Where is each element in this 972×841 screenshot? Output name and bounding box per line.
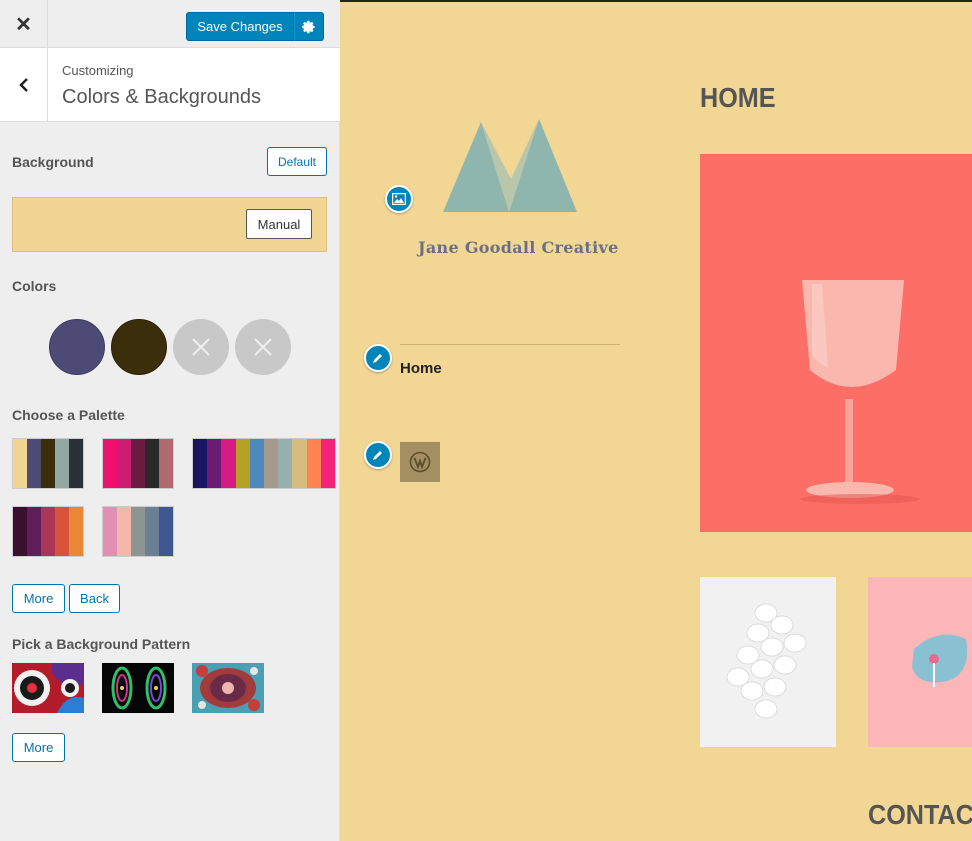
pencil-icon <box>373 451 382 460</box>
palette-color-3 <box>221 439 236 488</box>
breadcrumb: Customizing <box>62 63 134 78</box>
page-heading: HOME <box>700 82 776 113</box>
pattern-label: Pick a Background Pattern <box>12 636 191 652</box>
pencil-icon <box>373 354 382 363</box>
menu-divider <box>400 344 620 345</box>
section-title: Colors & Backgrounds <box>62 86 261 108</box>
palette-color-5 <box>159 439 173 488</box>
eggs-image[interactable] <box>700 577 836 747</box>
gear-icon <box>302 20 315 33</box>
pattern-more-button[interactable]: More <box>12 733 65 762</box>
close-icon <box>192 338 210 356</box>
palette-color-10 <box>320 439 336 488</box>
palette-option-4[interactable] <box>12 506 84 557</box>
palette-color-2 <box>27 439 41 488</box>
pattern-option-3[interactable] <box>192 663 264 713</box>
palette-color-1 <box>103 439 117 488</box>
color-swatch-1[interactable] <box>49 319 105 375</box>
palette-color-1 <box>13 439 27 488</box>
palette-color-7 <box>278 439 293 488</box>
back-button[interactable] <box>0 48 48 121</box>
customizer-topbar: ✕ Save Changes <box>0 0 340 48</box>
palette-color-4 <box>145 439 159 488</box>
edit-menu-button[interactable] <box>364 344 392 372</box>
publish-settings-button[interactable] <box>294 12 324 41</box>
default-button[interactable]: Default <box>267 147 327 176</box>
palette-option-2[interactable] <box>102 438 174 489</box>
wordpress-icon <box>409 451 431 473</box>
palette-color-6 <box>264 439 279 488</box>
hero-image[interactable] <box>700 154 972 532</box>
palette-color-9 <box>306 439 321 488</box>
edit-logo-button[interactable] <box>385 185 413 213</box>
palette-color-5 <box>159 507 173 556</box>
palette-option-5[interactable] <box>102 506 174 557</box>
customizer-sidebar: ✕ Save Changes Customizing Colors & Back… <box>0 0 340 841</box>
site-title[interactable]: Jane Goodall Creative <box>418 238 619 257</box>
chevron-left-icon <box>18 77 28 92</box>
palette-color-2 <box>117 507 131 556</box>
palette-color-8 <box>292 439 307 488</box>
pattern-option-1[interactable] <box>12 663 84 713</box>
palette-color-3 <box>131 439 145 488</box>
palette-label: Choose a Palette <box>12 407 125 423</box>
image-icon <box>392 193 406 205</box>
palette-color-2 <box>117 439 131 488</box>
palette-option-3[interactable] <box>192 438 336 489</box>
palette-color-1 <box>13 507 27 556</box>
palette-color-4 <box>55 507 69 556</box>
palette-back-button[interactable]: Back <box>69 584 120 613</box>
background-label: Background <box>12 154 94 170</box>
color-swatch-empty-3[interactable] <box>173 319 229 375</box>
palette-color-3 <box>131 507 145 556</box>
wordpress-widget[interactable] <box>400 442 440 482</box>
palette-color-5 <box>69 507 83 556</box>
palette-color-3 <box>41 439 55 488</box>
palette-more-button[interactable]: More <box>12 584 65 613</box>
close-icon: ✕ <box>15 13 32 36</box>
palette-color-3 <box>41 507 55 556</box>
palette-color-4 <box>145 507 159 556</box>
palette-color-5 <box>69 439 83 488</box>
palette-color-4 <box>235 439 250 488</box>
color-swatch-empty-4[interactable] <box>235 319 291 375</box>
palette-color-2 <box>27 507 41 556</box>
contact-heading: CONTACT <box>868 799 972 830</box>
pattern-option-2[interactable] <box>102 663 174 713</box>
lollipop-image[interactable] <box>868 577 972 747</box>
menu-item-home[interactable]: Home <box>400 360 442 377</box>
save-changes-button[interactable]: Save Changes <box>186 12 294 41</box>
palette-color-2 <box>207 439 222 488</box>
palette-color-5 <box>249 439 265 488</box>
palette-color-1 <box>193 439 208 488</box>
color-swatch-2[interactable] <box>111 319 167 375</box>
manual-button[interactable]: Manual <box>246 209 312 239</box>
site-preview: Jane Goodall Creative Home HOME CONTA <box>340 0 972 841</box>
close-icon <box>254 338 272 356</box>
palette-color-4 <box>55 439 69 488</box>
palette-option-1[interactable] <box>12 438 84 489</box>
colors-label: Colors <box>12 278 57 294</box>
close-button[interactable]: ✕ <box>0 0 48 48</box>
palette-color-1 <box>103 507 117 556</box>
edit-widget-button[interactable] <box>364 441 392 469</box>
site-logo[interactable] <box>443 117 579 212</box>
section-header: Customizing Colors & Backgrounds <box>0 48 340 122</box>
